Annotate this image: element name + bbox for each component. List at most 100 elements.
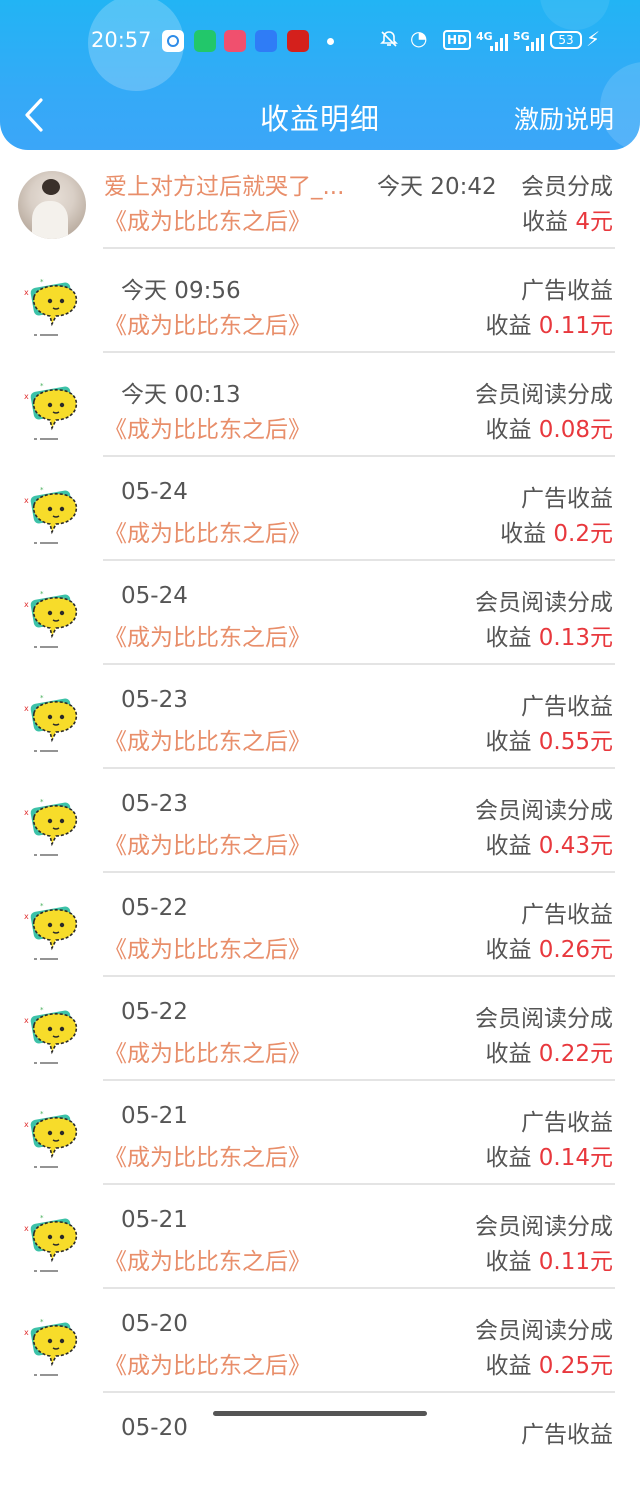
entry-amount: 收益 0.11元 bbox=[485, 1249, 613, 1275]
news-app-icon bbox=[287, 30, 309, 52]
row-divider bbox=[103, 871, 615, 873]
book-title: 《成为比比东之后》 bbox=[104, 1353, 311, 1379]
row-divider bbox=[103, 247, 615, 249]
book-title: 《成为比比东之后》 bbox=[104, 833, 311, 859]
row-divider bbox=[103, 1183, 615, 1185]
video-app-icon bbox=[224, 30, 246, 52]
svg-text:*: * bbox=[40, 278, 44, 286]
svg-text:*: * bbox=[40, 1006, 44, 1014]
incentive-help-link[interactable]: 激励说明 bbox=[514, 100, 614, 136]
hd-badge: HD bbox=[443, 30, 472, 50]
earnings-row[interactable]: x * 05-23 会员阅读分成 《成为比比东之后》 收益 0.43元 bbox=[0, 774, 640, 878]
svg-text:x: x bbox=[24, 496, 29, 505]
book-title: 《成为比比东之后》 bbox=[104, 521, 311, 547]
entry-amount: 收益 0.43元 bbox=[485, 833, 613, 859]
svg-text:x: x bbox=[24, 1016, 29, 1025]
earnings-row[interactable]: x * 今天 09:56 广告收益 《成为比比东之后》 收益 0.11元 bbox=[0, 254, 640, 358]
svg-text:*: * bbox=[40, 902, 44, 910]
entry-amount: 收益 0.14元 bbox=[485, 1145, 613, 1171]
book-title: 《成为比比东之后》 bbox=[104, 209, 311, 235]
mute-bell-icon bbox=[380, 31, 398, 47]
svg-text:*: * bbox=[40, 382, 44, 390]
entry-time: 05-22 bbox=[121, 999, 188, 1025]
svg-text:x: x bbox=[24, 1120, 29, 1129]
more-notifications-dot bbox=[327, 38, 334, 45]
svg-text:*: * bbox=[40, 1110, 44, 1118]
row-divider bbox=[103, 663, 615, 665]
row-divider bbox=[103, 351, 615, 353]
status-bar: 20:57 ◔ HD 4G 5G 53 ⚡ bbox=[0, 22, 640, 60]
entry-amount: 收益 0.13元 bbox=[485, 625, 613, 651]
yellow-chat-bubble-icon: x * bbox=[24, 1110, 78, 1168]
user-name: 爱上对方过后就哭了_... bbox=[104, 174, 345, 200]
charging-bolt-icon: ⚡ bbox=[586, 27, 601, 51]
status-time: 20:57 bbox=[91, 28, 152, 52]
earnings-row[interactable]: x * 05-22 会员阅读分成 《成为比比东之后》 收益 0.22元 bbox=[0, 982, 640, 1086]
entry-type: 广告收益 bbox=[521, 1110, 613, 1136]
entry-amount: 收益 0.2元 bbox=[500, 521, 613, 547]
wechat-app-icon bbox=[194, 30, 216, 52]
yellow-chat-bubble-icon: x * bbox=[24, 1006, 78, 1064]
yellow-chat-bubble-icon: x * bbox=[24, 798, 78, 856]
yellow-chat-bubble-icon: x * bbox=[24, 1318, 78, 1376]
earnings-row[interactable]: 爱上对方过后就哭了_... 今天 20:42 会员分成 《成为比比东之后》 收益… bbox=[0, 150, 640, 254]
row-divider bbox=[103, 559, 615, 561]
entry-type: 广告收益 bbox=[521, 694, 613, 720]
yellow-chat-bubble-icon: x * bbox=[24, 902, 78, 960]
battery-icon: 53 bbox=[550, 31, 582, 49]
svg-text:*: * bbox=[40, 694, 44, 702]
entry-type: 广告收益 bbox=[521, 902, 613, 928]
book-title: 《成为比比东之后》 bbox=[104, 1041, 311, 1067]
earnings-row[interactable]: x * 05-24 广告收益 《成为比比东之后》 收益 0.2元 bbox=[0, 462, 640, 566]
svg-text:*: * bbox=[40, 1214, 44, 1222]
book-title: 《成为比比东之后》 bbox=[104, 937, 311, 963]
signal-bars-icon bbox=[490, 33, 508, 51]
earnings-row[interactable]: x * 05-24 会员阅读分成 《成为比比东之后》 收益 0.13元 bbox=[0, 566, 640, 670]
entry-time: 今天 09:56 bbox=[121, 278, 241, 304]
yellow-chat-bubble-icon: x * bbox=[24, 590, 78, 648]
entry-time: 05-22 bbox=[121, 895, 188, 921]
earnings-row[interactable]: x * 05-20 会员阅读分成 《成为比比东之后》 收益 0.25元 bbox=[0, 1294, 640, 1398]
entry-amount: 收益 0.55元 bbox=[485, 729, 613, 755]
svg-text:x: x bbox=[24, 600, 29, 609]
entry-type: 广告收益 bbox=[521, 278, 613, 304]
header-bar: 20:57 ◔ HD 4G 5G 53 ⚡ 收益明细 激励说明 bbox=[0, 0, 640, 150]
row-divider bbox=[103, 1391, 615, 1393]
svg-text:x: x bbox=[24, 912, 29, 921]
entry-time: 05-24 bbox=[121, 479, 188, 505]
earnings-row[interactable]: x * 05-21 广告收益 《成为比比东之后》 收益 0.14元 bbox=[0, 1086, 640, 1190]
home-indicator[interactable] bbox=[213, 1411, 427, 1416]
entry-time: 今天 00:13 bbox=[121, 382, 241, 408]
book-title: 《成为比比东之后》 bbox=[104, 625, 311, 651]
earnings-row[interactable]: x * 今天 00:13 会员阅读分成 《成为比比东之后》 收益 0.08元 bbox=[0, 358, 640, 462]
yellow-chat-bubble-icon: x * bbox=[24, 694, 78, 752]
svg-text:*: * bbox=[40, 1318, 44, 1326]
entry-type: 会员阅读分成 bbox=[475, 798, 613, 824]
entry-time: 今天 20:42 bbox=[377, 174, 497, 200]
book-title: 《成为比比东之后》 bbox=[104, 313, 311, 339]
entry-time: 05-24 bbox=[121, 583, 188, 609]
entry-type: 会员阅读分成 bbox=[475, 382, 613, 408]
yellow-chat-bubble-icon: x * bbox=[24, 278, 78, 336]
svg-text:x: x bbox=[24, 808, 29, 817]
entry-type: 广告收益 bbox=[521, 486, 613, 512]
svg-text:x: x bbox=[24, 1328, 29, 1337]
book-title: 《成为比比东之后》 bbox=[104, 1249, 311, 1275]
earnings-row[interactable]: x * 05-22 广告收益 《成为比比东之后》 收益 0.26元 bbox=[0, 878, 640, 982]
svg-text:*: * bbox=[40, 486, 44, 494]
entry-type: 广告收益 bbox=[521, 1422, 613, 1448]
entry-type: 会员阅读分成 bbox=[475, 1006, 613, 1032]
svg-text:*: * bbox=[40, 798, 44, 806]
row-divider bbox=[103, 1079, 615, 1081]
entry-amount: 收益 0.25元 bbox=[485, 1353, 613, 1379]
entry-amount: 收益 0.22元 bbox=[485, 1041, 613, 1067]
entry-time: 05-23 bbox=[121, 687, 188, 713]
yellow-chat-bubble-icon: x * bbox=[24, 382, 78, 440]
yellow-chat-bubble-icon: x * bbox=[24, 1214, 78, 1272]
yellow-chat-bubble-icon: x * bbox=[24, 486, 78, 544]
earnings-row[interactable]: x * 05-23 广告收益 《成为比比东之后》 收益 0.55元 bbox=[0, 670, 640, 774]
entry-type: 会员阅读分成 bbox=[475, 1318, 613, 1344]
book-title: 《成为比比东之后》 bbox=[104, 1145, 311, 1171]
earnings-row[interactable]: x * 05-21 会员阅读分成 《成为比比东之后》 收益 0.11元 bbox=[0, 1190, 640, 1294]
user-photo-avatar bbox=[18, 171, 86, 239]
